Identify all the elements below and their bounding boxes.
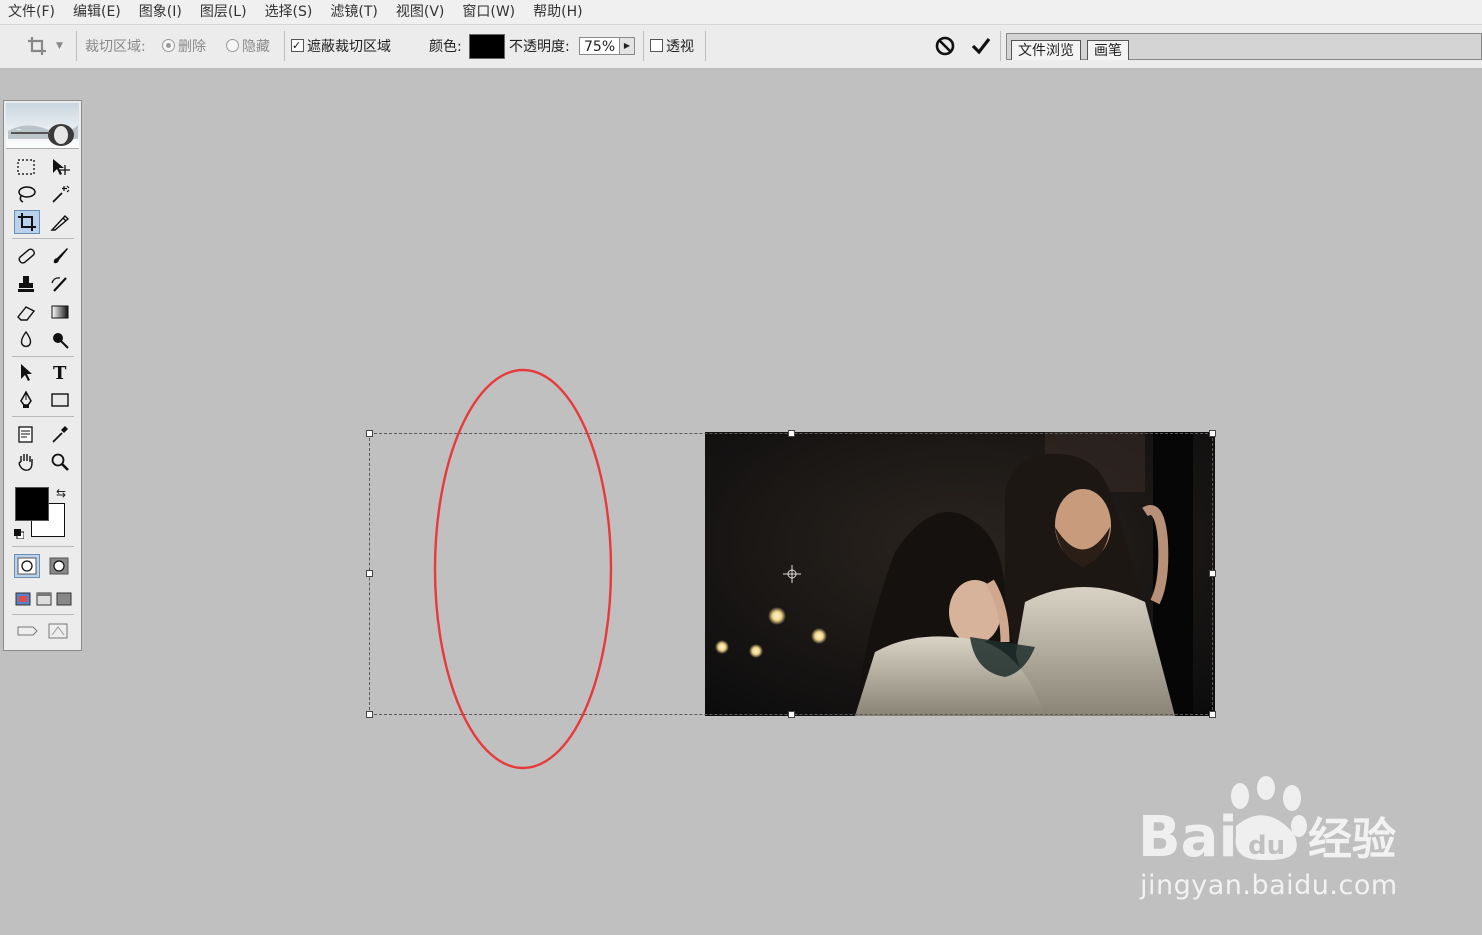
preset-dropdown-icon[interactable]: ▼ [56, 41, 63, 51]
menu-item-3[interactable]: 图层(L) [191, 0, 256, 24]
menu-item-4[interactable]: 选择(S) [256, 0, 322, 24]
opacity-input[interactable]: 75% ▶ [579, 37, 635, 55]
crop-handle-top-right[interactable] [1209, 430, 1216, 437]
slice-tool-icon[interactable] [47, 210, 73, 234]
crop-area-label: 裁切区域: [85, 39, 146, 55]
crop-handle-bottom[interactable] [788, 711, 795, 718]
hand-tool-icon[interactable] [13, 450, 39, 474]
notes-tool-icon[interactable] [13, 422, 39, 446]
toolbox: ~ T ⇆ [3, 100, 82, 651]
checkbox-icon [650, 39, 663, 52]
palette-well: 文件浏览 画笔 [1006, 33, 1482, 60]
delete-radio[interactable]: 删除 [162, 37, 206, 57]
healing-brush-tool-icon[interactable] [13, 244, 39, 268]
swap-colors-icon[interactable]: ⇆ [56, 486, 66, 500]
radio-icon [226, 39, 239, 52]
menu-item-1[interactable]: 编辑(E) [64, 0, 130, 24]
tab-file-browser[interactable]: 文件浏览 [1011, 40, 1081, 60]
zoom-tool-icon[interactable] [47, 450, 73, 474]
opacity-label: 不透明度: [509, 39, 570, 55]
annotation-ellipse [432, 368, 614, 772]
type-tool-icon[interactable]: T [47, 360, 73, 384]
shield-checkbox[interactable]: 遮蔽裁切区域 [291, 36, 391, 57]
menu-item-7[interactable]: 窗口(W) [453, 0, 524, 24]
opacity-arrow-icon[interactable]: ▶ [619, 38, 634, 54]
default-colors-icon[interactable] [14, 527, 25, 540]
baidu-jingyan-watermark: Bai du 经验 jingyan.baidu.com [1136, 776, 1426, 906]
eraser-tool-icon[interactable] [13, 300, 39, 324]
clone-stamp-tool-icon[interactable] [13, 272, 39, 296]
pen-tool-icon[interactable] [13, 388, 39, 412]
gradient-tool-icon[interactable] [47, 300, 73, 324]
menu-bar: 文件(F) 编辑(E) 图象(I) 图层(L) 选择(S) 滤镜(T) 视图(V) 窗口(W)… [0, 0, 1482, 25]
watermark-url: jingyan.baidu.com [1140, 870, 1398, 901]
lasso-tool-icon[interactable] [13, 182, 39, 206]
perspective-checkbox[interactable]: 透视 [650, 37, 694, 57]
checkbox-checked-icon [291, 36, 304, 56]
svg-text:Bai: Bai [1138, 805, 1238, 870]
crop-handle-bottom-left[interactable] [366, 711, 373, 718]
hide-radio[interactable]: 隐藏 [226, 37, 270, 57]
cancel-crop-icon[interactable] [932, 33, 958, 59]
crop-handle-top[interactable] [788, 430, 795, 437]
move-tool-icon[interactable] [47, 155, 73, 179]
commit-crop-icon[interactable] [968, 33, 994, 59]
crop-tool-preset-icon[interactable] [24, 33, 50, 59]
path-selection-tool-icon[interactable] [13, 360, 39, 384]
svg-text:经验: 经验 [1308, 814, 1396, 865]
svg-text:~: ~ [16, 126, 22, 134]
adobe-online-icon[interactable]: ~ [6, 103, 79, 149]
brush-tool-icon[interactable] [47, 244, 73, 268]
quick-mask-mode-icon[interactable] [46, 554, 72, 578]
shield-color-swatch[interactable] [469, 34, 505, 59]
history-brush-tool-icon[interactable] [47, 272, 73, 296]
blur-tool-icon[interactable] [13, 328, 39, 352]
crop-tool-icon[interactable] [14, 210, 40, 234]
dodge-tool-icon[interactable] [47, 328, 73, 352]
marquee-tool-icon[interactable] [13, 155, 39, 179]
full-screen-mode-icon[interactable] [51, 587, 77, 611]
svg-text:T: T [53, 363, 67, 382]
crop-handle-left[interactable] [366, 570, 373, 577]
crop-handle-bottom-right[interactable] [1209, 711, 1216, 718]
foreground-color-swatch[interactable] [15, 487, 49, 521]
rectangle-tool-icon[interactable] [47, 388, 73, 412]
eyedropper-tool-icon[interactable] [47, 422, 73, 446]
menu-item-5[interactable]: 滤镜(T) [321, 0, 386, 24]
magic-wand-tool-icon[interactable] [47, 182, 73, 206]
color-label: 颜色: [429, 39, 462, 55]
menu-item-6[interactable]: 视图(V) [387, 0, 454, 24]
svg-text:du: du [1248, 831, 1285, 861]
menu-item-8[interactable]: 帮助(H) [524, 0, 591, 24]
menu-item-0[interactable]: 文件(F) [0, 0, 64, 24]
baidu-jingyan-logo: Bai du 经验 [1138, 776, 1396, 870]
radio-icon [162, 39, 175, 52]
crop-handle-right[interactable] [1209, 570, 1216, 577]
crop-handle-top-left[interactable] [366, 430, 373, 437]
tab-brushes[interactable]: 画笔 [1087, 40, 1129, 60]
jump-to-imageready-icon[interactable] [14, 619, 74, 643]
crop-center-point-icon[interactable] [782, 564, 802, 584]
standard-mode-icon[interactable] [14, 554, 40, 578]
menu-item-2[interactable]: 图象(I) [130, 0, 191, 24]
